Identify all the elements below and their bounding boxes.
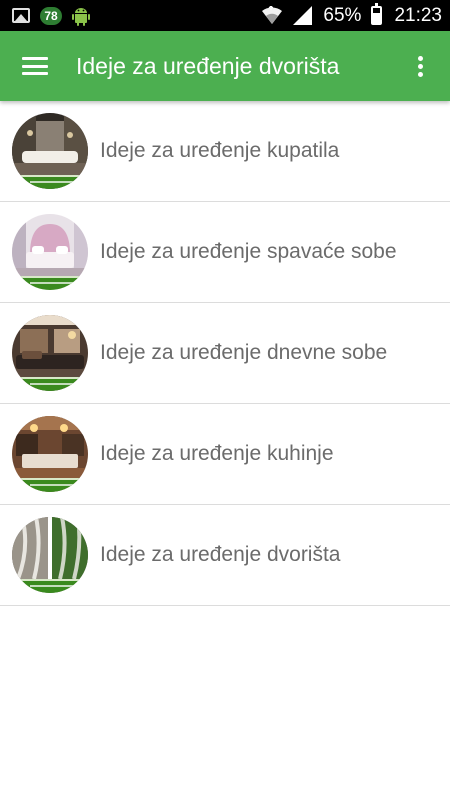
overflow-menu-button[interactable] bbox=[390, 31, 450, 101]
list-item-label: Ideje za uređenje dnevne sobe bbox=[100, 341, 388, 364]
bathroom-thumbnail bbox=[12, 113, 88, 189]
list-item[interactable]: Ideje za uređenje spavaće sobe bbox=[0, 202, 450, 303]
list-item[interactable]: Ideje za uređenje kupatila bbox=[0, 101, 450, 202]
menu-icon bbox=[22, 57, 48, 75]
living-room-thumbnail bbox=[12, 315, 88, 391]
wifi-icon bbox=[262, 6, 283, 25]
category-list: Ideje za uređenje kupatila Ideje za uređ… bbox=[0, 101, 450, 606]
overflow-menu-icon bbox=[417, 55, 423, 61]
status-bar: 78 65% 21:23 bbox=[0, 0, 450, 31]
battery-icon bbox=[371, 3, 383, 25]
clock: 21:23 bbox=[394, 4, 442, 26]
list-item[interactable]: Ideje za uređenje kuhinje bbox=[0, 404, 450, 505]
yard-thumbnail bbox=[12, 517, 88, 593]
notification-badge: 78 bbox=[40, 6, 62, 25]
kitchen-thumbnail bbox=[12, 416, 88, 492]
list-item-label: Ideje za uređenje dvorišta bbox=[100, 543, 341, 566]
status-bar-right: 65% 21:23 bbox=[261, 3, 442, 27]
list-item-label: Ideje za uređenje spavaće sobe bbox=[100, 240, 397, 263]
bedroom-thumbnail bbox=[12, 214, 88, 290]
app-bar: Ideje za uređenje dvorišta bbox=[0, 31, 450, 101]
list-item[interactable]: Ideje za uređenje dnevne sobe bbox=[0, 303, 450, 404]
image-icon bbox=[12, 8, 30, 23]
list-item-label: Ideje za uređenje kuhinje bbox=[100, 442, 334, 465]
page-title: Ideje za uređenje dvorišta bbox=[76, 52, 340, 79]
signal-icon bbox=[293, 6, 313, 25]
list-item-label: Ideje za uređenje kupatila bbox=[100, 139, 340, 162]
status-bar-left: 78 bbox=[12, 6, 90, 26]
list-item[interactable]: Ideje za uređenje dvorišta bbox=[0, 505, 450, 606]
battery-percent: 65% bbox=[323, 4, 362, 26]
menu-button[interactable] bbox=[0, 31, 70, 101]
android-icon bbox=[72, 7, 90, 26]
